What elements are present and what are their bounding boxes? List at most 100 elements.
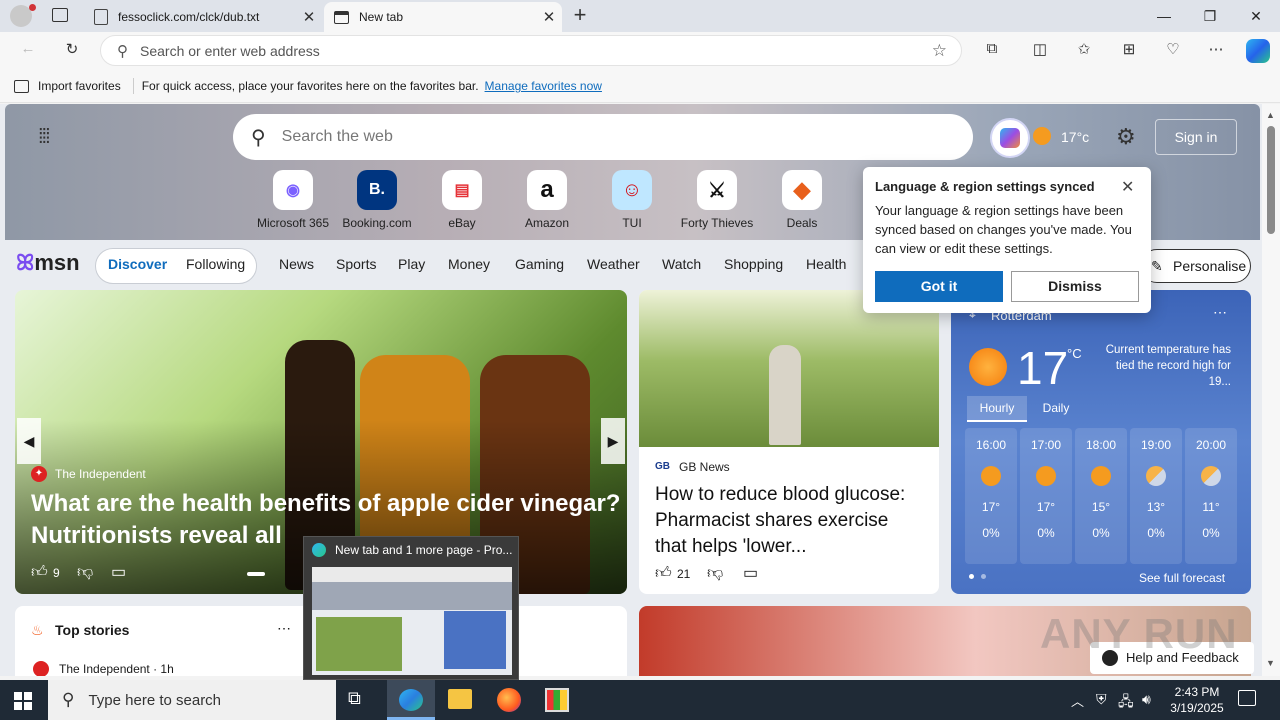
clock-time: 2:43 PM	[1174, 685, 1220, 699]
taskbar-search-box[interactable]: ⚲ Type here to search	[48, 680, 336, 720]
quick-link-ebay[interactable]: ▤ eBay	[419, 170, 505, 230]
collections-icon[interactable]: ⊞	[1117, 40, 1141, 62]
article-source[interactable]: GB News	[679, 460, 730, 474]
nav-gaming[interactable]: Gaming	[515, 256, 564, 272]
network-icon[interactable]: 🖧︎	[1118, 691, 1134, 715]
weather-tab-hourly[interactable]: Hourly	[967, 396, 1027, 422]
top-stories-more-icon[interactable]: ⋯	[277, 620, 291, 637]
see-full-forecast-link[interactable]: See full forecast	[1139, 571, 1225, 585]
address-bar[interactable]: ⚲ Search or enter web address ☆	[100, 35, 962, 66]
split-screen-icon[interactable]: ◫	[1028, 40, 1052, 62]
like-icon[interactable]: 👍︎	[31, 563, 48, 582]
task-view-icon[interactable]: ⧉	[348, 688, 361, 709]
quick-link-microsoft365[interactable]: ◉ Microsoft 365	[250, 170, 336, 230]
quick-link-tui[interactable]: ☺ TUI	[589, 170, 675, 230]
article-source[interactable]: The Independent	[55, 467, 146, 481]
page-scrollbar[interactable]: ▲ ▼	[1262, 104, 1280, 676]
dismiss-button[interactable]: Dismiss	[1011, 271, 1139, 302]
close-tab-icon[interactable]: ✕	[536, 8, 562, 26]
scroll-thumb[interactable]	[1267, 126, 1275, 234]
taskbar-edge-button[interactable]	[387, 680, 435, 720]
back-button[interactable]: ←	[16, 40, 40, 62]
scroll-up-icon[interactable]: ▲	[1266, 110, 1275, 120]
personalise-label: Personalise	[1173, 258, 1247, 274]
top-stories-title[interactable]: Top stories	[55, 622, 129, 638]
nav-weather[interactable]: Weather	[587, 256, 640, 272]
weather-more-icon[interactable]: ⋯	[1213, 304, 1227, 321]
copilot-button[interactable]	[990, 118, 1030, 158]
got-it-button[interactable]: Got it	[875, 271, 1003, 302]
copilot-icon[interactable]	[1246, 39, 1270, 63]
weather-unit[interactable]: °C	[1067, 346, 1082, 361]
file-explorer-icon[interactable]	[448, 689, 472, 709]
tab-following[interactable]: Following	[186, 256, 245, 272]
comment-icon[interactable]: ▭	[111, 562, 126, 582]
weather-tab-daily[interactable]: Daily	[1031, 396, 1081, 422]
notifications-icon[interactable]	[1238, 690, 1256, 706]
comment-icon[interactable]: ▭	[743, 563, 758, 583]
settings-gear-icon[interactable]: ⚙	[1116, 124, 1136, 150]
show-hidden-icons[interactable]: ︿	[1071, 691, 1084, 710]
nav-shopping[interactable]: Shopping	[724, 256, 783, 272]
nav-health[interactable]: Health	[806, 256, 846, 272]
gb-news-card[interactable]: GB GB News How to reduce blood glucose: …	[639, 290, 939, 594]
taskbar-preview[interactable]: New tab and 1 more page - Pro...	[303, 536, 519, 680]
quick-link-forty-thieves[interactable]: ⚔ Forty Thieves	[674, 170, 760, 230]
firefox-icon[interactable]	[497, 688, 521, 712]
volume-icon[interactable]: 🔊︎	[1142, 691, 1151, 708]
page-dot[interactable]	[981, 574, 986, 579]
apps-launcher-icon[interactable]: ⁞⁞⁞	[38, 127, 60, 148]
favorites-icon[interactable]: ✩	[1072, 40, 1096, 62]
security-icon[interactable]: ⛨	[1096, 691, 1107, 708]
import-favorites-button[interactable]: Import favorites	[38, 79, 121, 93]
browser-essentials-icon[interactable]: ♡	[1161, 40, 1185, 62]
edge-icon	[399, 689, 423, 711]
minimize-button[interactable]: —	[1141, 0, 1187, 32]
more-menu-icon[interactable]: ⋯	[1204, 40, 1228, 62]
scroll-down-icon[interactable]: ▼	[1266, 658, 1275, 668]
personalise-button[interactable]: ✎ Personalise	[1140, 249, 1251, 283]
quick-link-deals[interactable]: ◆ Deals	[759, 170, 845, 230]
favorite-star-icon[interactable]: ☆	[932, 41, 947, 61]
web-search-box[interactable]: ⚲ Search the web	[233, 114, 973, 160]
tab-actions-icon[interactable]	[52, 8, 68, 22]
windows-start-icon[interactable]	[14, 692, 32, 710]
quick-link-amazon[interactable]: a Amazon	[504, 170, 590, 230]
nav-news[interactable]: News	[279, 256, 314, 272]
region-settings-popup: Language & region settings synced ✕ Your…	[863, 167, 1151, 313]
close-icon[interactable]: ✕	[1121, 177, 1134, 197]
extensions-icon[interactable]: ⧉	[980, 40, 1004, 62]
sign-in-button[interactable]: Sign in	[1155, 119, 1237, 155]
like-icon[interactable]: 👍︎	[655, 564, 672, 583]
carousel-next-button[interactable]: ▶	[601, 418, 625, 464]
close-tab-icon[interactable]: ✕	[296, 8, 322, 26]
restore-button[interactable]: ❐	[1187, 0, 1233, 32]
page-dot[interactable]	[969, 574, 974, 579]
nav-play[interactable]: Play	[398, 256, 425, 272]
app-icon[interactable]	[545, 688, 569, 712]
carousel-indicator[interactable]	[247, 572, 265, 576]
clock[interactable]: 2:43 PM 3/19/2025	[1166, 684, 1228, 716]
dislike-icon[interactable]: 👎︎	[707, 564, 723, 583]
sun-icon	[1033, 127, 1051, 145]
nav-sports[interactable]: Sports	[336, 256, 376, 272]
carousel-prev-button[interactable]: ◀	[17, 418, 41, 464]
nav-money[interactable]: Money	[448, 256, 490, 272]
tab-discover[interactable]: Discover	[108, 256, 167, 272]
close-window-button[interactable]: ✕	[1233, 0, 1279, 32]
weather-temperature[interactable]: 17°c	[1061, 129, 1089, 145]
new-tab-button[interactable]: +	[568, 2, 592, 30]
tab-fessoclick[interactable]: fessoclick.com/clck/dub.txt ✕	[84, 2, 322, 32]
weather-card[interactable]: ⌖ Rotterdam ⋯ 17 °C Current temperature …	[951, 290, 1251, 594]
dislike-icon[interactable]: 👎︎	[77, 563, 93, 582]
msn-logo[interactable]: ꕤmsn	[16, 250, 80, 276]
quick-link-booking[interactable]: B. Booking.com	[334, 170, 420, 230]
article-headline[interactable]: How to reduce blood glucose: Pharmacist …	[655, 482, 925, 560]
independent-logo-icon	[33, 661, 49, 676]
story-source[interactable]: The Independent · 1h	[59, 662, 174, 676]
weather-note[interactable]: Current temperature has tied the record …	[1101, 342, 1231, 390]
refresh-button[interactable]: ↻	[60, 40, 84, 62]
nav-watch[interactable]: Watch	[662, 256, 701, 272]
manage-favorites-link[interactable]: Manage favorites now	[485, 79, 602, 93]
tab-new-tab[interactable]: New tab ✕	[324, 2, 562, 32]
